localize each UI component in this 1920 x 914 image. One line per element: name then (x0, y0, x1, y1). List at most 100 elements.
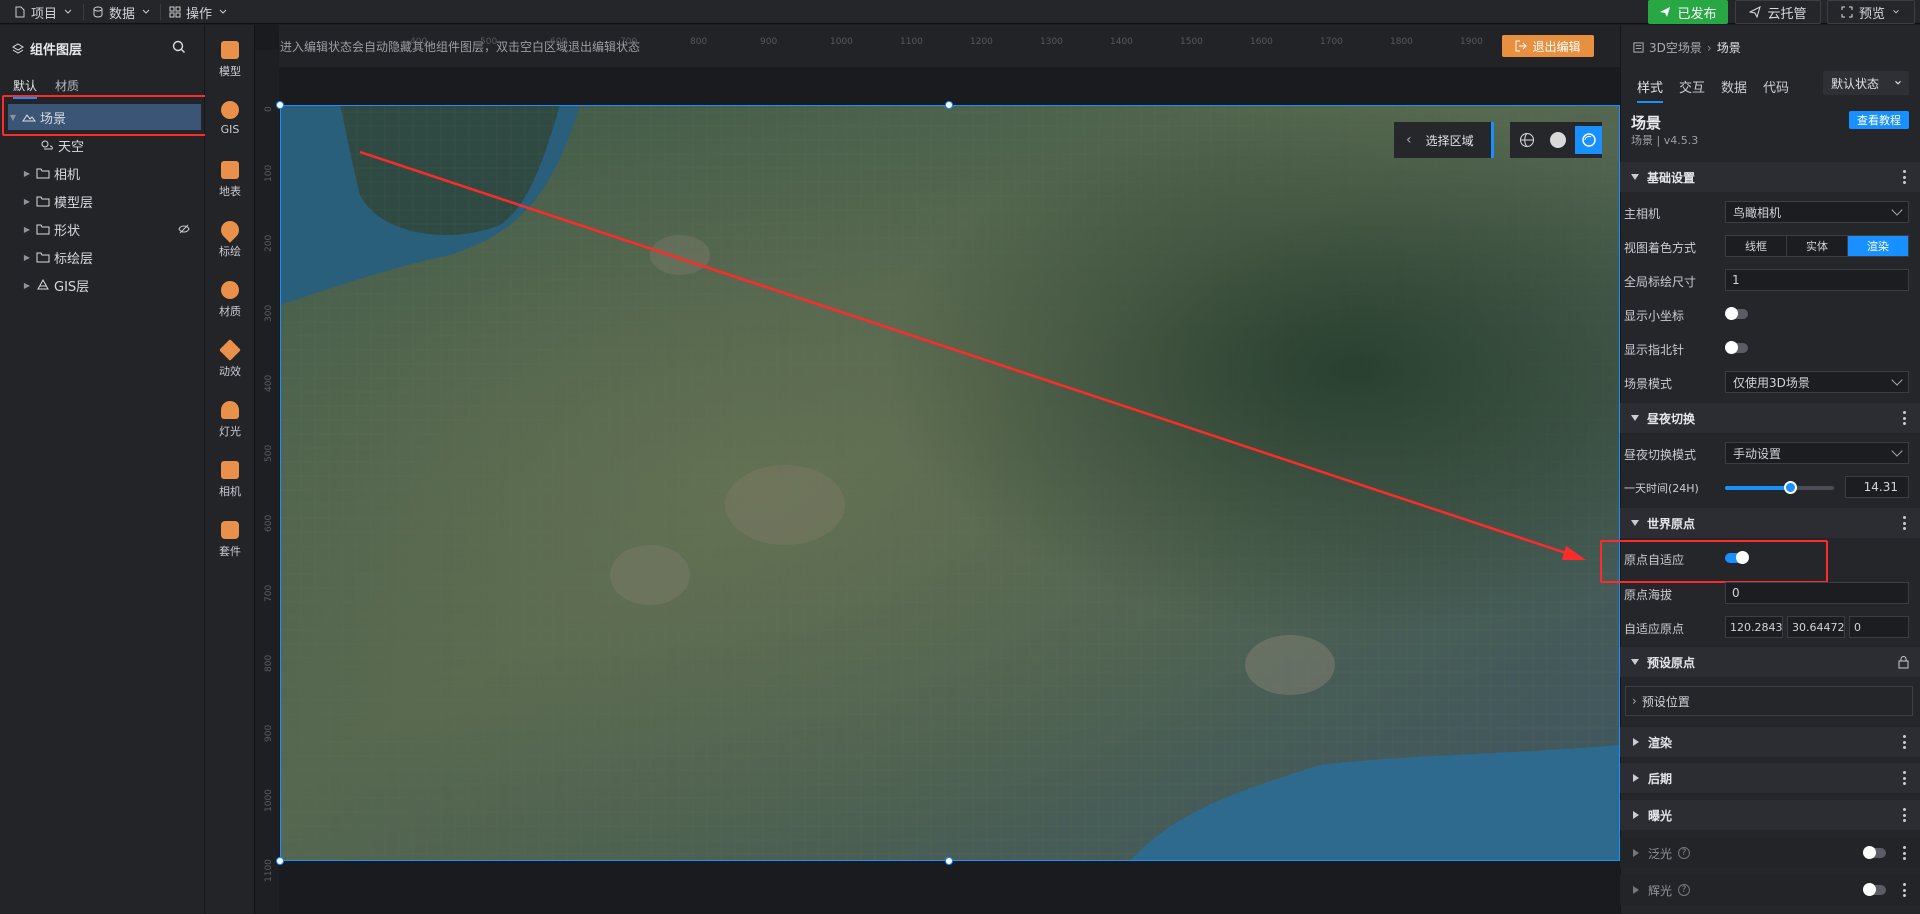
cloud-host-button[interactable]: 云托管 (1735, 0, 1821, 24)
section-world-origin[interactable]: 世界原点 (1620, 508, 1920, 538)
preview-button[interactable]: 预览 (1827, 0, 1915, 24)
chevron-left-icon[interactable]: ‹ (1406, 132, 1412, 148)
tab-interaction[interactable]: 交互 (1679, 77, 1705, 103)
section-render[interactable]: 渲染 (1620, 727, 1920, 757)
shading-wireframe[interactable]: 线框 (1726, 236, 1787, 256)
toggle-knob (1725, 341, 1738, 354)
more-icon[interactable] (1903, 771, 1906, 785)
tree-item-gis-layer[interactable]: ▶ GIS层 (22, 272, 196, 298)
state-select[interactable]: 默认状态 (1823, 71, 1909, 95)
tree-item-shape[interactable]: ▶ 形状 (22, 216, 196, 242)
time-input[interactable]: 14.31 (1845, 476, 1909, 498)
more-icon[interactable] (1903, 170, 1906, 184)
icon-bar-gis[interactable]: GIS (205, 101, 255, 136)
tree-item-plot-layer[interactable]: ▶ 标绘层 (22, 244, 196, 270)
section-title: 后期 (1648, 771, 1673, 786)
icon-bar-material[interactable]: 材质 (205, 281, 255, 319)
send-icon (1749, 6, 1762, 18)
icon-bar-label: 动效 (219, 365, 241, 378)
caret-right-icon[interactable]: ▶ (22, 169, 32, 178)
icon-bar-model[interactable]: 模型 (205, 41, 255, 79)
help-icon[interactable]: ? (1678, 884, 1691, 896)
show-axis-toggle[interactable] (1725, 307, 1748, 320)
more-icon[interactable] (1903, 883, 1906, 897)
menu-operate[interactable]: 操作 (169, 0, 229, 24)
tab-data[interactable]: 数据 (1721, 77, 1747, 103)
main-camera-select[interactable]: 鸟瞰相机 (1725, 201, 1909, 223)
chevron-down-icon (64, 9, 72, 14)
icon-bar-effect[interactable]: 动效 (205, 339, 255, 379)
preset-position-row[interactable]: › 预设位置 (1625, 686, 1913, 716)
search-icon[interactable] (172, 40, 186, 54)
caret-right-icon[interactable]: ▶ (22, 281, 32, 290)
lock-icon[interactable] (1897, 655, 1910, 669)
ruler-tick: 1400 (1110, 37, 1133, 47)
section-basic[interactable]: 基础设置 (1620, 162, 1920, 192)
sphere-icon[interactable] (1545, 126, 1572, 154)
icon-bar-camera[interactable]: 相机 (205, 461, 255, 499)
orbit-icon[interactable] (1575, 126, 1603, 154)
origin-alt-input[interactable]: 0 (1725, 582, 1909, 604)
section-preset-origin[interactable]: 预设原点 (1620, 647, 1920, 677)
origin-alt-value: 0 (1732, 586, 1740, 600)
section-glow[interactable]: 辉光 ? (1620, 875, 1920, 905)
icon-bar-light[interactable]: 灯光 (205, 401, 255, 439)
glow-toggle[interactable] (1863, 883, 1886, 896)
menu-data[interactable]: 数据 (92, 0, 152, 24)
resize-handle[interactable] (945, 101, 953, 109)
icon-bar-plot[interactable]: 标绘 (205, 217, 255, 259)
globe-icon[interactable] (1514, 126, 1541, 154)
adapt-origin-lng-input[interactable]: 120.28437 (1725, 616, 1783, 638)
tree-item-model-layer[interactable]: ▶ 模型层 (22, 188, 196, 214)
shading-solid[interactable]: 实体 (1787, 236, 1848, 256)
breadcrumb-parent[interactable]: 3D空场景 (1649, 39, 1702, 56)
more-icon[interactable] (1903, 516, 1906, 530)
shading-render[interactable]: 渲染 (1848, 236, 1908, 256)
daynight-mode-select[interactable]: 手动设置 (1725, 442, 1909, 464)
help-icon[interactable]: ? (1678, 847, 1691, 859)
more-icon[interactable] (1903, 735, 1906, 749)
resize-handle[interactable] (276, 101, 284, 109)
caret-right-icon[interactable]: ▶ (22, 197, 32, 206)
resize-handle[interactable] (945, 857, 953, 865)
adapt-origin-lat-input[interactable]: 30.644729 (1787, 616, 1845, 638)
view-tutorial-button[interactable]: 查看教程 (1849, 111, 1909, 129)
menu-data-label: 数据 (109, 6, 136, 22)
menu-project-label: 项目 (31, 6, 58, 22)
resize-handle[interactable] (276, 857, 284, 865)
eye-off-icon[interactable] (178, 224, 190, 234)
section-exposure[interactable]: 曝光 (1620, 800, 1920, 830)
published-button[interactable]: 已发布 (1648, 0, 1728, 24)
preset-position-label: 预设位置 (1641, 694, 1690, 709)
caret-right-icon[interactable]: ▶ (22, 225, 32, 234)
menu-operate-label: 操作 (186, 6, 213, 22)
icon-size-input[interactable]: 1 (1725, 269, 1909, 291)
material-icon (221, 281, 239, 299)
menu-project[interactable]: 项目 (14, 0, 74, 24)
cloud-host-label: 云托管 (1767, 6, 1807, 22)
satellite-map[interactable] (280, 105, 1620, 861)
section-post[interactable]: 后期 (1620, 763, 1920, 793)
select-area-label[interactable]: 选择区域 (1426, 132, 1474, 149)
ruler-tick: 1100 (264, 859, 274, 882)
time-slider[interactable] (1725, 481, 1834, 494)
more-icon[interactable] (1903, 846, 1906, 860)
ruler-tick: 1300 (1040, 37, 1063, 47)
show-compass-toggle[interactable] (1725, 341, 1748, 354)
tab-code[interactable]: 代码 (1763, 77, 1789, 103)
tab-style[interactable]: 样式 (1637, 77, 1664, 103)
daynight-mode-label: 昼夜切换模式 (1624, 448, 1697, 462)
caret-right-icon[interactable]: ▶ (22, 253, 32, 262)
more-icon[interactable] (1903, 808, 1906, 822)
icon-bar-terrain[interactable]: 地表 (205, 161, 255, 199)
section-bloom[interactable]: 泛光 ? (1620, 838, 1920, 868)
section-daynight[interactable]: 昼夜切换 (1620, 403, 1920, 433)
adapt-origin-alt-input[interactable]: 0 (1849, 616, 1909, 638)
icon-bar-kit[interactable]: 套件 (205, 521, 255, 559)
caret-down-icon (1631, 520, 1639, 526)
model-icon (221, 41, 239, 59)
bloom-toggle[interactable] (1863, 846, 1886, 859)
more-icon[interactable] (1903, 411, 1906, 425)
scene-mode-select[interactable]: 仅使用3D场景 (1725, 371, 1909, 393)
tree-item-camera[interactable]: ▶ 相机 (22, 160, 196, 186)
